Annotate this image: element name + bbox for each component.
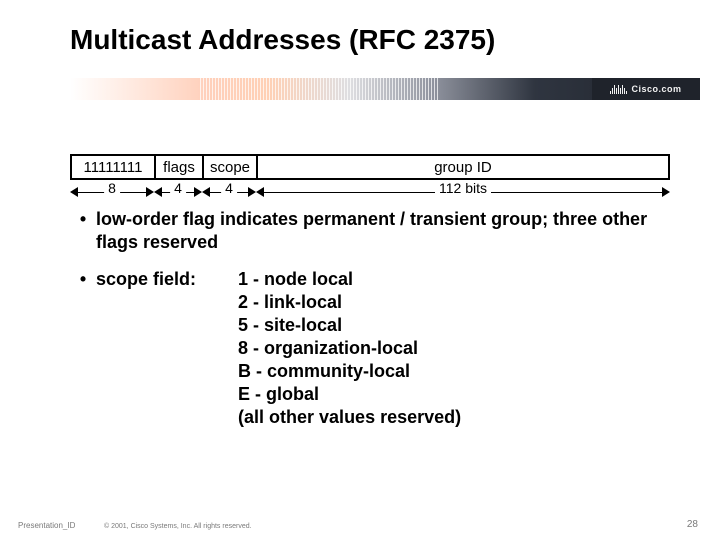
scope-value: 8 - organization-local (238, 337, 461, 360)
slide-title: Multicast Addresses (RFC 2375) (70, 24, 495, 56)
scope-value: 1 - node local (238, 268, 461, 291)
scope-value: 5 - site-local (238, 314, 461, 337)
scope-values-list: 1 - node local 2 - link-local 5 - site-l… (238, 268, 461, 429)
width-label-scope: 4 (221, 180, 237, 196)
bullet-text: low-order flag indicates permanent / tra… (96, 208, 680, 254)
address-widths-row: 8 4 4 112 bits (70, 182, 670, 204)
bullet-marker: • (70, 268, 96, 429)
addr-cell-prefix: 11111111 (72, 156, 156, 178)
width-label-prefix: 8 (104, 180, 120, 196)
footer-page-number: 28 (687, 519, 698, 530)
scope-value: 2 - link-local (238, 291, 461, 314)
footer-copyright: © 2001, Cisco Systems, Inc. All rights r… (104, 523, 252, 530)
width-label-flags: 4 (170, 180, 186, 196)
scope-value: (all other values reserved) (238, 406, 461, 429)
brand-text: Cisco.com (631, 84, 681, 94)
cisco-bars-icon (610, 84, 627, 94)
bullet-item: • scope field: 1 - node local 2 - link-l… (70, 268, 680, 429)
address-structure-row: 11111111 flags scope group ID (70, 154, 670, 180)
addr-cell-groupid: group ID (258, 156, 668, 178)
bullet-marker: • (70, 208, 96, 254)
footer-presentation-id: Presentation_ID (18, 521, 75, 530)
scope-value: B - community-local (238, 360, 461, 383)
width-label-groupid: 112 bits (435, 180, 491, 196)
scope-field-label: scope field: (96, 268, 196, 291)
slide: Multicast Addresses (RFC 2375) Cisco.com… (0, 0, 720, 540)
bullet-item: • low-order flag indicates permanent / t… (70, 208, 680, 254)
addr-cell-scope: scope (204, 156, 258, 178)
addr-cell-flags: flags (156, 156, 204, 178)
bullet-list: • low-order flag indicates permanent / t… (70, 208, 680, 443)
scope-value: E - global (238, 383, 461, 406)
brand-logo: Cisco.com (592, 78, 700, 100)
